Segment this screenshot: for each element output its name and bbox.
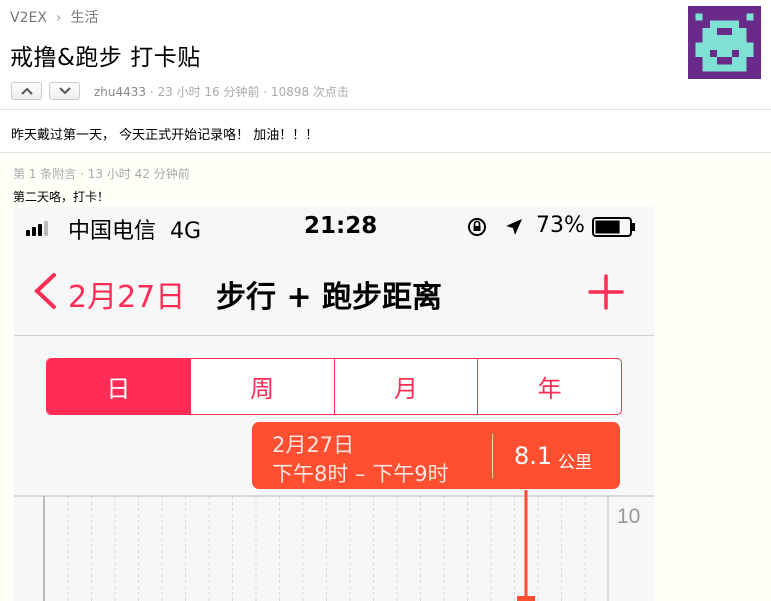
topic-meta-info: · 23 小时 16 分钟前 · 10898 次点击	[146, 85, 349, 99]
breadcrumb-separator: ›	[55, 10, 62, 26]
segment-year[interactable]: 年	[477, 359, 621, 414]
nav-back-date[interactable]: 2月27日	[68, 272, 185, 316]
author-link[interactable]: zhu4433	[94, 85, 146, 99]
append-meta: 第 1 条附言 · 13 小时 42 分钟前	[13, 167, 190, 181]
segment-day[interactable]: 日	[47, 359, 190, 414]
breadcrumb-site-link[interactable]: V2EX	[10, 10, 47, 26]
chevron-down-icon	[58, 87, 71, 95]
breadcrumb: V2EX › 生活	[10, 7, 99, 27]
vote-up-button[interactable]	[11, 82, 42, 100]
append-body: 第二天咯，打卡！	[13, 190, 110, 204]
battery-percent: 73%	[536, 213, 585, 238]
callout-unit: 公里	[558, 453, 592, 473]
status-time: 21:28	[304, 213, 378, 239]
vote-down-button[interactable]	[49, 82, 80, 100]
carrier-label: 中国电信 4G	[68, 219, 202, 244]
phone-status-bar: 中国电信 4G 21:28 73%	[14, 213, 654, 244]
signal-icon	[26, 221, 48, 236]
segment-month[interactable]: 月	[333, 359, 478, 414]
topic-meta: zhu4433 · 23 小时 16 分钟前 · 10898 次点击	[94, 83, 349, 100]
location-arrow-icon	[506, 219, 522, 235]
divider	[14, 335, 654, 336]
nav-title: 步行 + 跑步距离	[216, 280, 443, 315]
chart-bar	[517, 596, 535, 601]
divider	[0, 109, 771, 110]
add-icon[interactable]	[588, 274, 624, 310]
period-segmented-control: 日 周 月 年	[46, 358, 622, 415]
topic-body: 昨天戴过第一天， 今天正式开始记录咯！ 加油！！！	[11, 128, 319, 143]
callout-date: 2月27日	[272, 433, 355, 457]
chevron-up-icon	[20, 87, 33, 95]
callout-divider	[492, 434, 493, 478]
battery-icon	[592, 217, 635, 237]
callout-value: 8.1	[514, 442, 553, 470]
breadcrumb-node-link[interactable]: 生活	[71, 10, 99, 26]
chart-y-tick-label: 10	[617, 505, 640, 528]
avatar[interactable]	[688, 6, 761, 79]
callout-time-range: 下午8时 – 下午9时	[272, 462, 449, 486]
rotation-lock-icon	[468, 218, 486, 236]
value-callout: 2月27日 下午8时 – 下午9时 8.1 公里	[252, 422, 620, 489]
pixel-invader-avatar-icon	[688, 6, 761, 79]
distance-chart: 10	[14, 490, 654, 601]
back-chevron-icon[interactable]	[32, 272, 58, 310]
topic-title: 戒撸&跑步 打卡贴	[10, 45, 201, 71]
segment-week[interactable]: 周	[189, 359, 334, 414]
